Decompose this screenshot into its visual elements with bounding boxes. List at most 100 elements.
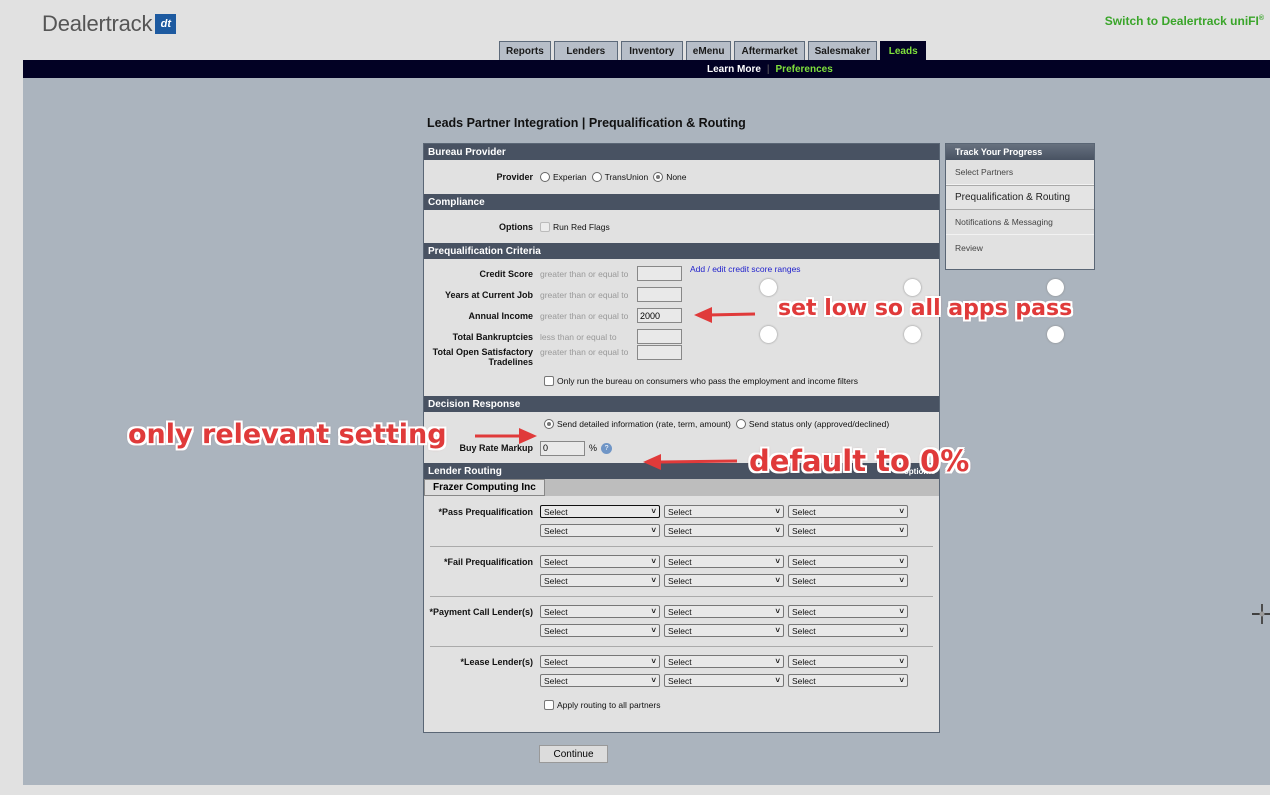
- partner-tab-frazer[interactable]: Frazer Computing Inc: [424, 479, 545, 496]
- lender-select[interactable]: Select ˅: [540, 674, 660, 687]
- annotation-only-relevant: only relevant setting: [128, 419, 447, 450]
- lender-select[interactable]: Select ˅: [788, 524, 908, 537]
- lender-select[interactable]: Select ˅: [788, 605, 908, 618]
- tab-aftermarket[interactable]: Aftermarket: [734, 41, 805, 60]
- annotation-resize-handle[interactable]: [1047, 326, 1064, 343]
- lender-select[interactable]: Select ˅: [540, 624, 660, 637]
- radio-experian[interactable]: Experian: [540, 172, 587, 182]
- tab-lenders[interactable]: Lenders: [553, 41, 618, 60]
- select-value: Select: [544, 656, 568, 667]
- select-value: Select: [792, 625, 816, 636]
- lender-select[interactable]: Select ˅: [664, 574, 784, 587]
- tab-leads[interactable]: Leads: [880, 41, 927, 60]
- lender-select[interactable]: Select ˅: [664, 524, 784, 537]
- annotation-resize-handle[interactable]: [904, 326, 921, 343]
- chevron-down-icon: ˅: [775, 557, 780, 566]
- apply-routing-all-checkbox[interactable]: Apply routing to all partners: [544, 700, 660, 710]
- checkbox-icon: [540, 221, 550, 232]
- radio-send-detailed[interactable]: Send detailed information (rate, term, a…: [544, 419, 731, 429]
- radio-icon: [591, 172, 602, 182]
- radio-send-status-only[interactable]: Send status only (approved/declined): [735, 419, 890, 429]
- chevron-down-icon: ˅: [899, 557, 904, 566]
- edit-credit-score-ranges-link[interactable]: Add / edit credit score ranges: [690, 264, 801, 274]
- credit-score-input[interactable]: [637, 266, 682, 281]
- checkbox-label: Only run the bureau on consumers who pas…: [557, 376, 858, 386]
- chevron-down-icon: ˅: [899, 676, 904, 685]
- tradelines-input[interactable]: [637, 345, 682, 360]
- lender-select[interactable]: Select ˅: [664, 555, 784, 568]
- routing-group-label: *Fail Prequalification: [443, 556, 533, 567]
- routing-groups: *Pass Prequalification Select ˅ Select ˅ Sele…: [424, 496, 939, 696]
- radio-transunion[interactable]: TransUnion: [591, 172, 649, 182]
- tab-emenu[interactable]: eMenu: [685, 41, 732, 60]
- radio-none[interactable]: None: [653, 172, 687, 182]
- lender-select[interactable]: Select ˅: [540, 574, 660, 587]
- lender-select[interactable]: Select ˅: [788, 505, 908, 518]
- run-red-flags-checkbox[interactable]: Run Red Flags: [540, 221, 610, 232]
- radio-label: TransUnion: [604, 172, 649, 182]
- progress-step-prequal-routing[interactable]: Prequalification & Routing: [946, 185, 1094, 210]
- lender-select[interactable]: Select ˅: [540, 524, 660, 537]
- lender-select[interactable]: Select ˅: [540, 605, 660, 618]
- operator-text: greater than or equal to: [540, 289, 629, 300]
- lender-select[interactable]: Select ˅: [540, 555, 660, 568]
- lender-select[interactable]: Select ˅: [788, 574, 908, 587]
- lender-select[interactable]: Select ˅: [664, 674, 784, 687]
- main-tabs: Reports Lenders Inventory eMenu Aftermar…: [499, 41, 927, 60]
- bankruptcies-input[interactable]: [637, 329, 682, 344]
- lender-select[interactable]: Select ˅: [664, 624, 784, 637]
- preferences-link[interactable]: Preferences: [776, 64, 833, 75]
- only-run-bureau-checkbox[interactable]: Only run the bureau on consumers who pas…: [544, 376, 858, 386]
- lender-select[interactable]: Select ˅: [788, 674, 908, 687]
- lender-select[interactable]: Select ˅: [664, 605, 784, 618]
- lender-select[interactable]: Select ˅: [788, 624, 908, 637]
- help-icon[interactable]: ?: [601, 442, 613, 454]
- switch-to-unifi-link[interactable]: Switch to Dealertrack uniFI®: [1105, 14, 1264, 28]
- prequal-form: Bureau Provider Provider Experian TransU…: [423, 143, 940, 733]
- dealertrack-logo[interactable]: Dealertrack dt: [42, 11, 177, 37]
- annotation-resize-handle[interactable]: [904, 279, 921, 296]
- years-at-job-input[interactable]: [637, 287, 682, 302]
- checkbox-icon: [544, 376, 554, 386]
- select-value: Select: [544, 506, 568, 517]
- routing-group: *Payment Call Lender(s) Select ˅ Select ˅ Sel…: [424, 597, 939, 646]
- progress-step-review[interactable]: Review: [946, 235, 1094, 260]
- learn-more-link[interactable]: Learn More: [707, 64, 761, 75]
- select-value: Select: [544, 575, 568, 586]
- annotation-default-zero: default to 0%: [749, 444, 970, 478]
- radio-label: Send detailed information (rate, term, a…: [557, 419, 731, 429]
- select-value: Select: [792, 675, 816, 686]
- lender-select[interactable]: Select ˅: [664, 655, 784, 668]
- lender-select[interactable]: Select ˅: [788, 655, 908, 668]
- provider-label: Provider: [496, 172, 533, 182]
- progress-step-notifications[interactable]: Notifications & Messaging: [946, 210, 1094, 235]
- progress-step-select-partners[interactable]: Select Partners: [946, 160, 1094, 185]
- tab-inventory[interactable]: Inventory: [620, 41, 683, 60]
- bankruptcies-label: Total Bankruptcies: [452, 331, 533, 342]
- lender-select[interactable]: Select ˅: [788, 555, 908, 568]
- partner-tab-strip: Frazer Computing Inc: [424, 479, 939, 496]
- select-value: Select: [544, 675, 568, 686]
- select-value: Select: [668, 675, 692, 686]
- annual-income-input[interactable]: [637, 308, 682, 323]
- lender-select[interactable]: Select ˅: [540, 505, 660, 518]
- logo-mark-icon: dt: [155, 14, 177, 34]
- lender-select[interactable]: Select ˅: [664, 505, 784, 518]
- buy-rate-markup-input[interactable]: [540, 440, 585, 456]
- annotation-resize-handle[interactable]: [760, 326, 777, 343]
- tab-salesmaker[interactable]: Salesmaker: [807, 41, 878, 60]
- chevron-down-icon: ˅: [651, 676, 656, 685]
- lender-select[interactable]: Select ˅: [540, 655, 660, 668]
- radio-label: Send status only (approved/declined): [748, 419, 890, 429]
- radio-label: Experian: [553, 172, 587, 182]
- select-value: Select: [668, 606, 692, 617]
- continue-button[interactable]: Continue: [539, 745, 608, 763]
- chevron-down-icon: ˅: [775, 607, 780, 616]
- select-value: Select: [792, 656, 816, 667]
- chevron-down-icon: ˅: [775, 676, 780, 685]
- page-title: Leads Partner Integration | Prequalifica…: [427, 116, 746, 130]
- annotation-resize-handle[interactable]: [760, 279, 777, 296]
- section-compliance: Compliance: [424, 194, 939, 210]
- annotation-resize-handle[interactable]: [1047, 279, 1064, 296]
- tab-reports[interactable]: Reports: [499, 41, 551, 60]
